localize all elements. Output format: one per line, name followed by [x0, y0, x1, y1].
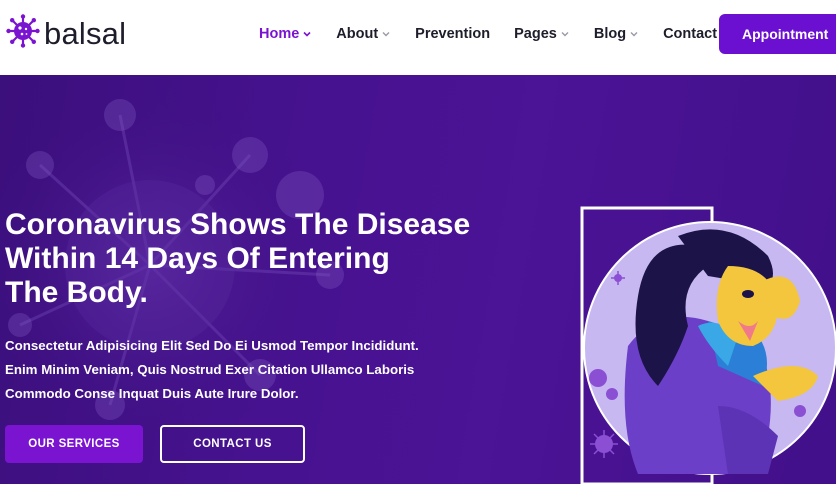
nav-item-blog[interactable]: Blog — [594, 25, 639, 43]
chevron-down-icon — [560, 29, 570, 39]
nav-item-label: Pages — [514, 26, 557, 42]
hero-description: Consectetur Adipisicing Elit Sed Do Ei U… — [5, 334, 435, 406]
our-services-button[interactable]: OUR SERVICES — [5, 425, 143, 463]
nav-item-label: Blog — [593, 26, 627, 42]
hero-title-line: Within 14 Days Of Entering — [5, 242, 390, 275]
nav-item-label: Prevention — [415, 26, 491, 42]
chevron-down-icon — [302, 29, 312, 39]
chevron-down-icon — [629, 29, 639, 39]
sick-person-illustration — [580, 206, 836, 484]
hero-title-line: Coronavirus Shows The Disease — [5, 208, 471, 241]
chevron-down-icon — [381, 29, 391, 39]
hero-text-line: Consectetur Adipisicing Elit Sed Do Ei U… — [5, 338, 419, 353]
hero-title: Coronavirus Shows The Disease Within 14 … — [5, 208, 475, 310]
hero-section: Coronavirus Shows The Disease Within 14 … — [0, 75, 836, 484]
virus-icon — [6, 14, 40, 53]
nav-item-pages[interactable]: Pages — [514, 25, 570, 43]
nav-item-prevention[interactable]: Prevention — [415, 25, 490, 43]
logo-text: balsal — [44, 15, 127, 51]
nav-item-home[interactable]: Home — [259, 25, 312, 43]
hero-text-line: Commodo Conse Inquat Duis Aute Irure Dol… — [5, 386, 299, 401]
nav-item-label: About — [336, 26, 379, 42]
main-nav: Home About Prevention Pages Blog Contact — [259, 25, 741, 43]
site-header: balsal Home About Prevention Pages Blog — [0, 0, 836, 75]
contact-us-button[interactable]: CONTACT US — [160, 425, 305, 463]
logo[interactable]: balsal — [6, 14, 126, 53]
nav-item-contact[interactable]: Contact — [663, 25, 717, 43]
nav-item-label: Contact — [663, 26, 718, 42]
appointment-button[interactable]: Appointment — [719, 14, 836, 54]
nav-item-label: Home — [259, 26, 300, 42]
hero-text-line: Enim Minim Veniam, Quis Nostrud Exer Cit… — [5, 362, 415, 377]
nav-item-about[interactable]: About — [336, 25, 391, 43]
hero-title-line: The Body. — [5, 276, 148, 309]
